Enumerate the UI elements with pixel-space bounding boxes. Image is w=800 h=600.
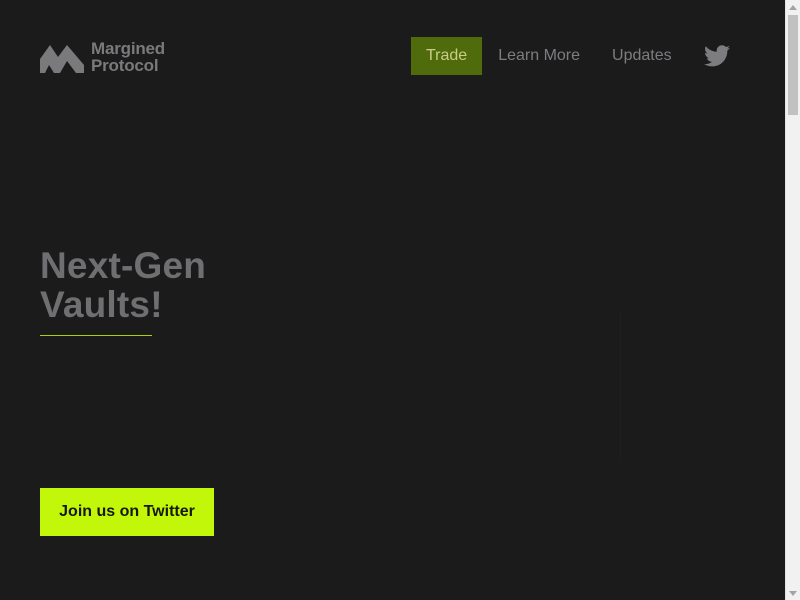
join-twitter-button[interactable]: Join us on Twitter [40, 488, 214, 536]
scroll-thumb[interactable] [788, 15, 798, 115]
hero-underline [40, 335, 152, 336]
vertical-scrollbar[interactable] [785, 0, 800, 600]
brand-logo[interactable]: Margined Protocol [40, 40, 165, 74]
nav-item-learn-more[interactable]: Learn More [482, 37, 596, 75]
nav-item-trade[interactable]: Trade [411, 37, 483, 75]
twitter-link[interactable] [704, 45, 730, 67]
brand-name: Margined Protocol [91, 40, 165, 74]
scroll-up-arrow-icon[interactable] [786, 0, 800, 14]
hero-title-line1: Next-Gen [40, 245, 207, 286]
hero-title-line2: Vaults! [40, 284, 163, 325]
nav-item-updates[interactable]: Updates [596, 37, 688, 75]
brand-name-line1: Margined [91, 39, 165, 58]
margined-logo-icon [40, 45, 84, 73]
page: Margined Protocol Trade Learn More Updat… [0, 0, 785, 600]
decorative-divider [620, 312, 621, 458]
main-nav: Trade Learn More Updates [411, 37, 688, 75]
brand-name-line2: Protocol [91, 56, 159, 75]
scroll-down-arrow-icon[interactable] [786, 586, 800, 600]
twitter-icon [704, 45, 730, 67]
hero-title: Next-Gen Vaults! [40, 246, 206, 324]
